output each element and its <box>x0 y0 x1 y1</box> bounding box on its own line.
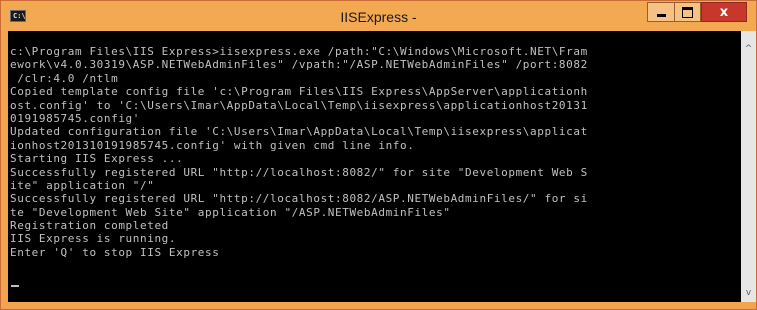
text-cursor <box>11 285 19 287</box>
console-line: Enter 'Q' to stop IIS Express <box>10 245 220 259</box>
title-bar[interactable]: C:\ IISExpress - x <box>1 1 756 31</box>
console-line: ework\v4.0.30319\ASP.NETWebAdminFiles" /… <box>10 58 588 72</box>
console-line: IIS Express is running. <box>10 232 177 246</box>
console-line: Updated configuration file 'C:\Users\Ima… <box>10 125 588 139</box>
minimize-button[interactable] <box>647 2 674 22</box>
console-line: ionhost201310191985745.config' with give… <box>10 138 415 152</box>
console-line: ite" application "/" <box>10 178 155 192</box>
console-line: te "Development Web Site" application "/… <box>10 205 451 219</box>
console-line: Successfully registered URL "http://loca… <box>10 192 588 206</box>
console-output-area[interactable]: c:\Program Files\IIS Express>iisexpress.… <box>8 31 741 302</box>
close-button[interactable]: x <box>701 2 747 22</box>
scroll-up-arrow-icon[interactable]: ^ <box>741 41 756 56</box>
console-line: Copied template config file 'c:\Program … <box>10 85 588 99</box>
scroll-down-arrow-icon[interactable]: v <box>741 285 756 300</box>
console-text: c:\Program Files\IIS Express>iisexpress.… <box>10 45 588 259</box>
console-line: 0191985745.config' <box>10 111 141 125</box>
maximize-button[interactable] <box>674 2 701 22</box>
console-line: Starting IIS Express ... <box>10 152 184 166</box>
console-line: Registration completed <box>10 219 169 233</box>
vertical-scrollbar[interactable]: ^ v <box>741 31 756 302</box>
close-icon: x <box>719 4 729 20</box>
console-line: Successfully registered URL "http://loca… <box>10 165 588 179</box>
console-line: ost.config' to 'C:\Users\Imar\AppData\Lo… <box>10 98 588 112</box>
console-window: C:\ IISExpress - x c:\Program Files\IIS … <box>0 0 757 310</box>
console-line: c:\Program Files\IIS Express>iisexpress.… <box>10 45 588 58</box>
console-line: /clr:4.0 /ntlm <box>10 71 119 85</box>
window-title: IISExpress - <box>340 9 417 25</box>
minimize-icon <box>656 13 666 17</box>
maximize-icon <box>682 6 693 18</box>
